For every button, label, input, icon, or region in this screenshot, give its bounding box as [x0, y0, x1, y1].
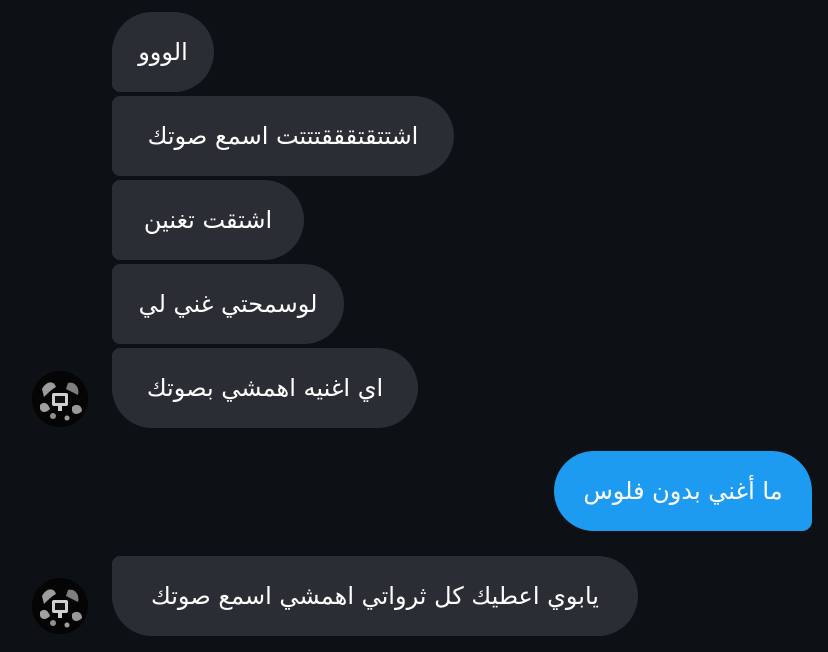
message-bubble-incoming[interactable]: الووو — [112, 12, 214, 92]
message-text: يابوي اعطيك كل ثرواتي اهمشي اسمع صوتك — [151, 582, 599, 610]
message-text: الووو — [138, 38, 188, 66]
message-text: لوسمحتي غني لي — [138, 290, 318, 318]
message-text: ما أغني بدون فلوس — [583, 477, 783, 505]
message-text: اشتتقتقققتتتت اسمع صوتك — [147, 122, 419, 150]
message-bubble-incoming[interactable]: اشتتقتقققتتتت اسمع صوتك — [112, 96, 454, 176]
message-bubble-incoming[interactable]: لوسمحتي غني لي — [112, 264, 344, 344]
avatar-icon — [32, 371, 88, 427]
avatar-icon — [32, 578, 88, 634]
chat-thread: الووو اشتتقتقققتتتت اسمع صوتك اشتقت تغني… — [0, 0, 828, 652]
message-text: اشتقت تغنين — [143, 206, 273, 234]
message-bubble-incoming[interactable]: اشتقت تغنين — [112, 180, 304, 260]
avatar[interactable] — [32, 578, 88, 634]
message-bubble-incoming[interactable]: يابوي اعطيك كل ثرواتي اهمشي اسمع صوتك — [112, 556, 638, 636]
message-text: اي اغنيه اهمشي بصوتك — [146, 374, 384, 402]
avatar[interactable] — [32, 371, 88, 427]
message-bubble-incoming[interactable]: اي اغنيه اهمشي بصوتك — [112, 348, 418, 428]
message-bubble-outgoing[interactable]: ما أغني بدون فلوس — [554, 451, 812, 531]
